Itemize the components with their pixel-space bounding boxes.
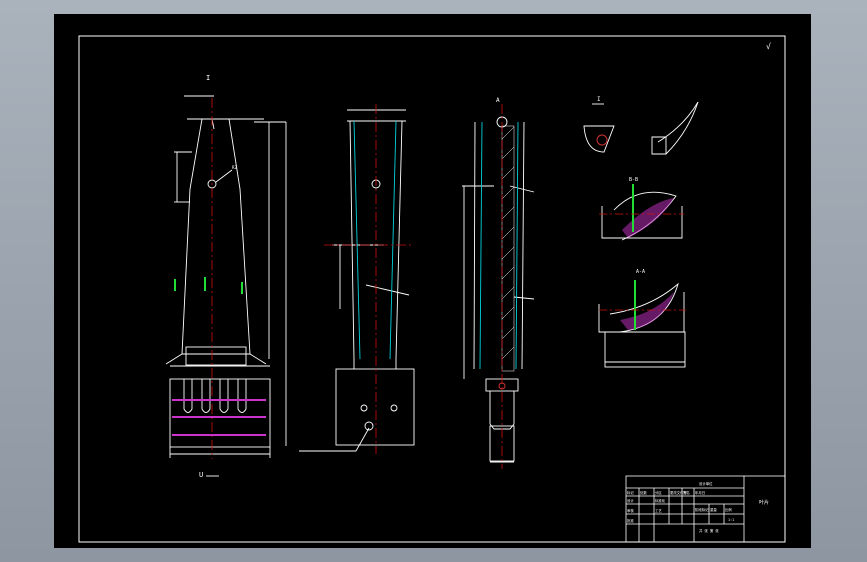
cad-viewport: √ I R2 U A I B-B A-A 设计单位 叶片 标记 处数 分区 更改… [0, 0, 867, 562]
section-bb: B-B [601, 177, 683, 241]
title-block-row1-2: 分区 [655, 490, 662, 495]
roughness-symbol: √ [766, 42, 771, 51]
title-block-row3-0: 审核 [627, 508, 634, 513]
title-block-text: 设计单位 叶片 标记 处数 分区 更改文件号 签名 年月日 设计 标准化 审核 … [627, 481, 769, 533]
view-front: I R2 U [165, 74, 287, 479]
title-block-row2-0: 设计 [627, 498, 634, 503]
title-block-row1-1: 处数 [640, 490, 647, 495]
section-aa-fill [620, 280, 674, 330]
hatch-section-a [501, 125, 515, 372]
detail-mark: I [597, 96, 601, 103]
title-block-school: 设计单位 [699, 481, 713, 486]
section-mark-bottom: U [199, 471, 203, 479]
title-block-part-name: 叶片 [759, 499, 769, 506]
title-block-stage-1: 重量 [710, 507, 717, 512]
title-block-row2-2: 标准化 [655, 498, 666, 503]
view-side [299, 109, 415, 452]
title-block-row1-0: 标记 [627, 490, 634, 495]
section-bb-label: B-B [629, 177, 638, 183]
title-block-stage-2: 比例 [725, 507, 732, 512]
title-block-row3-2: 工艺 [655, 508, 662, 513]
title-block-row3-4: 批准 [627, 518, 634, 523]
section-mark-top: I [206, 74, 210, 82]
view-section-a: A [462, 97, 535, 463]
svg-text:R2: R2 [232, 165, 237, 170]
hidden-lines-section-a [479, 121, 519, 370]
section-mark-a: A [496, 97, 500, 104]
section-aa-label: A-A [636, 269, 645, 275]
title-block-stage-0: 阶段标记 [695, 507, 709, 512]
title-block-sheet-info: 共 张 第 张 [699, 528, 719, 533]
title-block-row1-4: 签名 [683, 490, 690, 495]
title-block-scale: 1:1 [728, 518, 734, 522]
hidden-lines-side [353, 120, 397, 360]
drawing-sheet: √ I R2 U A I B-B A-A 设计单位 叶片 标记 处数 分区 更改… [54, 14, 811, 548]
blueprint-canvas: √ I R2 U A I B-B A-A 设计单位 叶片 标记 处数 分区 更改… [78, 35, 786, 543]
detail-circle [596, 134, 608, 146]
title-block-row1-5: 年月日 [695, 490, 705, 495]
